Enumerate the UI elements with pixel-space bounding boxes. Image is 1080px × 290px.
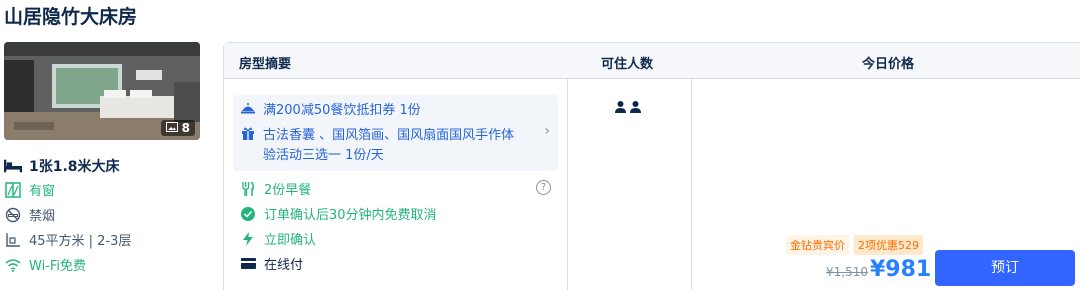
bed-info: 1张1.8米大床 — [4, 156, 120, 176]
room-rate-table: 房型摘要 可住人数 今日价格 满200减50餐饮抵扣券 1份 古法香囊 、国风箔… — [223, 42, 1080, 290]
image-icon — [165, 121, 178, 135]
breakfast-text: 2份早餐 — [264, 183, 312, 198]
bed-icon — [4, 157, 22, 175]
confirm-text: 立即确认 — [264, 233, 317, 248]
wifi-icon — [4, 256, 22, 274]
lightning-icon — [240, 231, 256, 247]
breakfast-feature: 2份早餐 — [240, 179, 311, 198]
gift-icon — [241, 126, 255, 166]
coupon-promo: 满200减50餐饮抵扣券 1份 — [241, 101, 421, 122]
occupancy — [615, 98, 641, 117]
bed-text: 1张1.8米大床 — [29, 159, 120, 175]
gift-promo: 古法香囊 、国风箔画、国风扇面国风手作体 验活动三选一 1份/天 — [241, 126, 514, 166]
original-price: ¥1,510 — [826, 265, 868, 279]
table-header: 房型摘要 可住人数 今日价格 — [224, 43, 1080, 79]
photo-count-badge[interactable]: 8 — [160, 120, 195, 136]
no-smoking-icon — [4, 206, 22, 224]
payment-feature: 在线付 — [240, 254, 303, 273]
dining-icon — [241, 101, 255, 122]
person-icon — [630, 98, 641, 117]
photo-count: 8 — [181, 121, 190, 135]
member-price-badge: 金钻贵宾价 — [786, 235, 849, 255]
area-icon — [4, 231, 22, 249]
room-title: 山居隐竹大床房 — [4, 6, 138, 28]
book-button[interactable]: 预订 — [935, 250, 1075, 286]
confirm-feature: 立即确认 — [240, 229, 316, 248]
wifi-text: Wi-Fi免费 — [29, 259, 87, 274]
help-icon[interactable]: ? — [536, 180, 551, 195]
smoking-text: 禁烟 — [29, 209, 56, 224]
window-text: 有窗 — [29, 184, 56, 199]
utensils-icon — [240, 181, 256, 197]
card-icon — [240, 256, 256, 272]
check-circle-icon — [240, 206, 256, 222]
window-icon — [4, 181, 22, 199]
cancel-feature: 订单确认后30分钟内免费取消 — [240, 204, 437, 223]
column-divider — [691, 79, 692, 290]
smoking-info: 禁烟 — [4, 205, 55, 224]
header-room-summary: 房型摘要 — [239, 57, 292, 72]
wifi-info: Wi-Fi免费 — [4, 255, 86, 274]
current-price: ¥981 — [870, 257, 932, 282]
area-floor-text: 45平方米 | 2-3层 — [29, 234, 132, 249]
gift-text-line1: 古法香囊 、国风箔画、国风扇面国风手作体 — [263, 128, 515, 143]
window-info: 有窗 — [4, 180, 55, 199]
room-photo[interactable]: 8 — [4, 42, 200, 140]
gift-text: 古法香囊 、国风箔画、国风扇面国风手作体 验活动三选一 1份/天 — [263, 126, 514, 166]
area-info: 45平方米 | 2-3层 — [4, 230, 131, 249]
discount-badge[interactable]: 2项优惠529 — [854, 235, 923, 255]
promo-box[interactable]: 满200减50餐饮抵扣券 1份 古法香囊 、国风箔画、国风扇面国风手作体 验活动… — [233, 95, 558, 171]
header-occupancy: 可住人数 — [601, 57, 654, 72]
cancel-text: 订单确认后30分钟内免费取消 — [264, 208, 437, 223]
payment-text: 在线付 — [264, 258, 304, 273]
gift-text-line2: 验活动三选一 1份/天 — [263, 148, 384, 163]
person-icon — [615, 98, 626, 117]
header-price: 今日价格 — [862, 57, 915, 72]
chevron-right-icon[interactable]: › — [544, 123, 550, 139]
column-divider — [567, 79, 568, 290]
coupon-text: 满200减50餐饮抵扣券 1份 — [263, 103, 421, 118]
